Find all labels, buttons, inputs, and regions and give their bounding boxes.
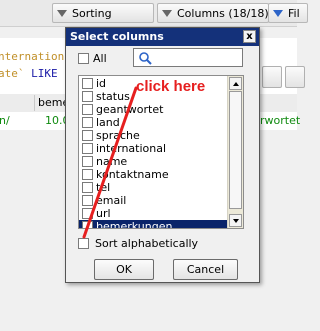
- annotation-text: click here: [136, 78, 206, 95]
- annotation-arrow: [82, 86, 138, 239]
